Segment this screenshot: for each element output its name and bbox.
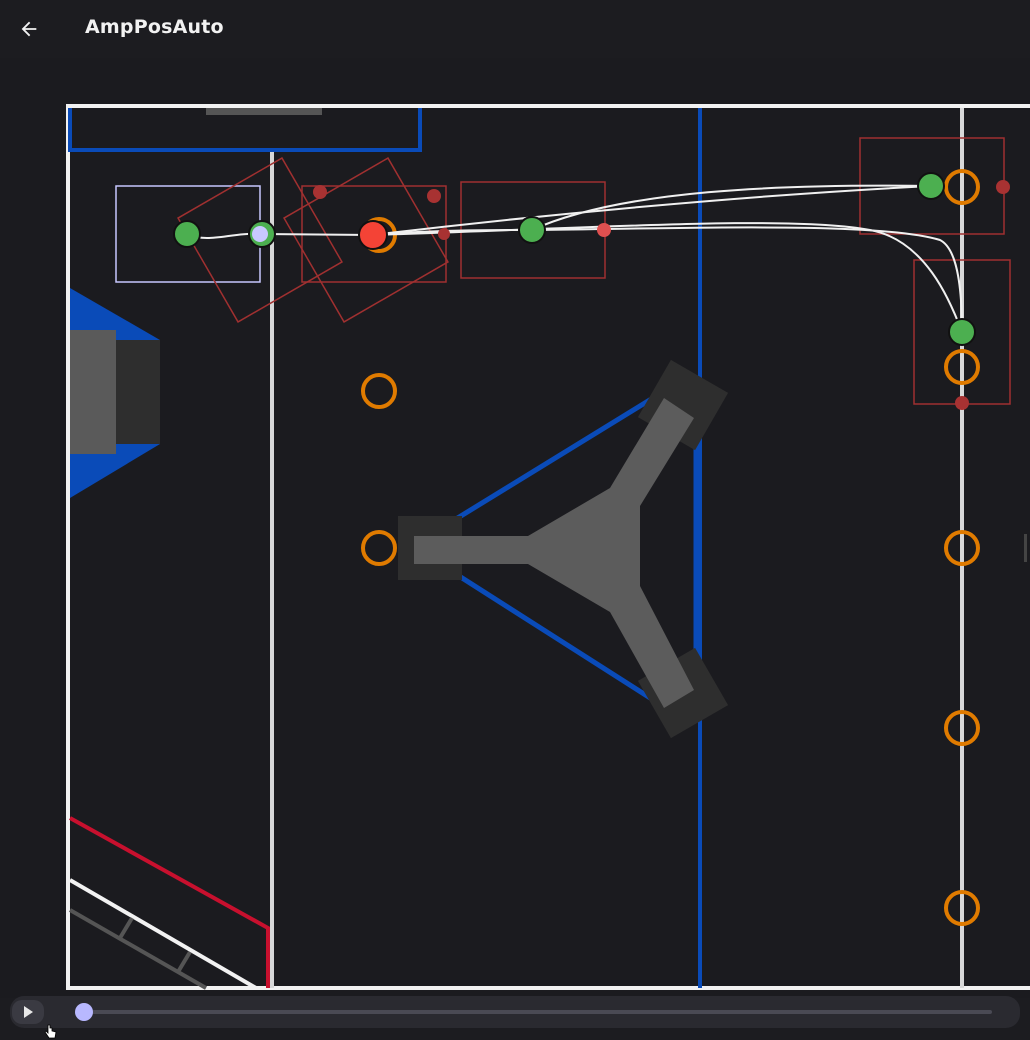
path-segment-1[interactable] [186, 232, 373, 239]
source-wall [68, 878, 258, 990]
waypoint-5[interactable] [948, 318, 976, 346]
timeline-thumb[interactable] [75, 1003, 93, 1021]
field-map [66, 104, 1030, 990]
panel-resize-handle[interactable] [1024, 534, 1027, 562]
play-button[interactable] [12, 1000, 44, 1024]
timeline-track[interactable] [84, 1010, 992, 1014]
waypoint-start[interactable] [173, 220, 201, 248]
rotation-handle-3[interactable] [438, 228, 450, 240]
waypoint-3[interactable] [518, 216, 546, 244]
source-zone-red [69, 816, 270, 988]
play-icon [24, 1006, 33, 1018]
path-canvas[interactable] [0, 58, 1030, 998]
rotation-handle-2[interactable] [427, 189, 441, 203]
speaker-shadow [116, 340, 160, 444]
rotation-handle-1[interactable] [313, 185, 327, 199]
rotation-handle-6[interactable] [955, 396, 969, 410]
speaker-body [70, 330, 116, 454]
start-pose-marker[interactable] [252, 226, 268, 242]
arrow-left-icon [21, 21, 37, 37]
rotation-handle-5[interactable] [996, 180, 1010, 194]
source-tick-1 [118, 916, 134, 940]
note-3[interactable] [361, 530, 397, 566]
waypoint-4[interactable] [917, 172, 945, 200]
hand-cursor-icon [44, 1024, 57, 1039]
rotation-handle-4[interactable] [597, 223, 611, 237]
back-button[interactable] [14, 14, 44, 44]
path-segment-6[interactable] [531, 226, 963, 333]
note-2[interactable] [361, 373, 397, 409]
source-tick-2 [176, 950, 192, 974]
app-bar: AmpPosAuto [0, 0, 1030, 58]
top-wall-block [206, 108, 322, 115]
stage-truss [414, 398, 694, 708]
page-title: AmpPosAuto [85, 16, 224, 38]
waypoint-selected[interactable] [358, 220, 388, 250]
